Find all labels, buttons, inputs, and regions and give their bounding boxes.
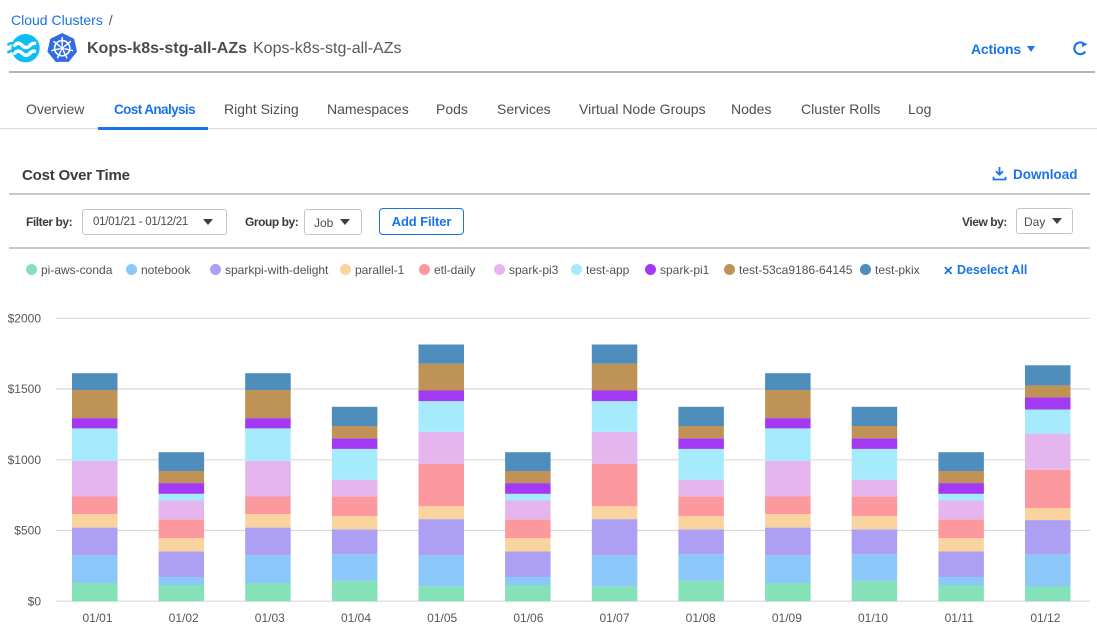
svg-text:01/07: 01/07 — [599, 611, 629, 625]
svg-text:01/10: 01/10 — [858, 611, 888, 625]
svg-text:01/02: 01/02 — [169, 611, 199, 625]
svg-text:$2000: $2000 — [8, 312, 42, 326]
svg-text:$1000: $1000 — [8, 453, 42, 467]
svg-text:$500: $500 — [14, 524, 41, 538]
svg-text:$1500: $1500 — [8, 382, 42, 396]
svg-text:01/11: 01/11 — [945, 611, 974, 625]
svg-text:01/01: 01/01 — [82, 611, 112, 625]
svg-text:01/05: 01/05 — [427, 611, 457, 625]
svg-text:01/06: 01/06 — [513, 611, 543, 625]
svg-text:$0: $0 — [28, 594, 42, 608]
svg-text:01/04: 01/04 — [341, 611, 371, 625]
svg-text:01/08: 01/08 — [686, 611, 716, 625]
svg-text:01/12: 01/12 — [1030, 611, 1060, 625]
svg-text:01/03: 01/03 — [255, 611, 285, 625]
svg-text:01/09: 01/09 — [772, 611, 802, 625]
